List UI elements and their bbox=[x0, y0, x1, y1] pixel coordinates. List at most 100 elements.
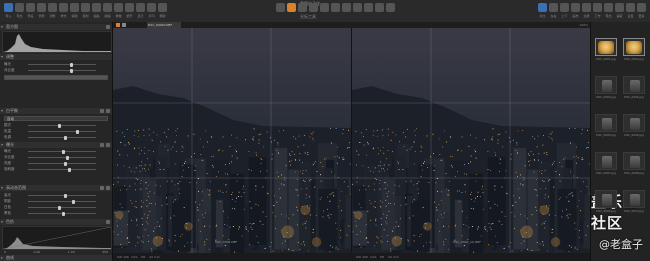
slider-knob[interactable] bbox=[66, 155, 69, 160]
thumbnail[interactable] bbox=[595, 190, 617, 208]
histogram-section-header[interactable]: ▾ 直方图 bbox=[0, 24, 112, 30]
toolbar-button[interactable] bbox=[15, 3, 24, 12]
section-title-4: 色阶 bbox=[6, 219, 14, 224]
select-tool-icon[interactable] bbox=[287, 3, 296, 12]
toolbar-button[interactable] bbox=[103, 3, 112, 12]
slider-knob[interactable] bbox=[76, 129, 79, 134]
slider-row[interactable]: 对比度 bbox=[4, 155, 108, 160]
toolbar-button[interactable] bbox=[626, 3, 635, 12]
toolbar-button[interactable] bbox=[26, 3, 35, 12]
toolbar-button[interactable] bbox=[560, 3, 569, 12]
slider-knob[interactable] bbox=[64, 193, 67, 198]
slider-knob[interactable] bbox=[62, 211, 65, 216]
thumbnail[interactable] bbox=[595, 114, 617, 132]
slider-knob[interactable] bbox=[70, 68, 73, 73]
slider-row[interactable]: 阴影 bbox=[4, 199, 108, 204]
toolbar-button[interactable] bbox=[538, 3, 547, 12]
slider-knob[interactable] bbox=[64, 161, 67, 166]
slider-knob[interactable] bbox=[58, 205, 61, 210]
thumbnail[interactable] bbox=[623, 38, 645, 56]
grid-icon[interactable] bbox=[122, 23, 126, 27]
toolbar-button[interactable] bbox=[158, 3, 167, 12]
toolbar-button[interactable] bbox=[615, 3, 624, 12]
keystone-tool-icon[interactable] bbox=[386, 3, 395, 12]
thumbnail[interactable] bbox=[623, 190, 645, 208]
thumbnail[interactable] bbox=[623, 114, 645, 132]
thumbnail[interactable] bbox=[623, 76, 645, 94]
brush-tool-icon[interactable] bbox=[331, 3, 340, 12]
menu-icon[interactable] bbox=[106, 186, 110, 190]
picker-tool-icon[interactable] bbox=[364, 3, 373, 12]
toolbar-button[interactable] bbox=[125, 3, 134, 12]
toolbar-button[interactable] bbox=[48, 3, 57, 12]
toolbar-button[interactable] bbox=[114, 3, 123, 12]
toolbar-button[interactable] bbox=[571, 3, 580, 12]
toolbar-button[interactable] bbox=[604, 3, 613, 12]
menu-icon[interactable] bbox=[106, 25, 110, 29]
white-balance-select[interactable]: 自动 bbox=[4, 116, 108, 121]
section-header-1[interactable]: ▾ 白平衡 bbox=[0, 108, 112, 114]
toolbar-button-label: 提取 bbox=[616, 14, 623, 18]
reset-icon[interactable] bbox=[100, 186, 104, 190]
slider-row[interactable]: 饱和度 bbox=[4, 167, 108, 172]
toolbar-button[interactable] bbox=[582, 3, 591, 12]
slider-row[interactable]: 色调 bbox=[4, 135, 108, 140]
reset-icon[interactable] bbox=[106, 220, 110, 224]
slider-knob[interactable] bbox=[72, 199, 75, 204]
section-header-2[interactable]: ▾ 曝光 bbox=[0, 142, 112, 148]
histogram-graph bbox=[3, 34, 111, 52]
view-mode-icon[interactable] bbox=[116, 23, 120, 27]
toolbar-button[interactable] bbox=[593, 3, 602, 12]
thumbnail[interactable] bbox=[623, 152, 645, 170]
section-header-3[interactable]: ▾ 高动态范围 bbox=[0, 185, 112, 191]
toolbar-button[interactable] bbox=[136, 3, 145, 12]
toolbar-button[interactable] bbox=[147, 3, 156, 12]
chevron-right-icon: ▸ bbox=[1, 255, 4, 260]
thumbnail[interactable] bbox=[595, 76, 617, 94]
menu-icon[interactable] bbox=[106, 143, 110, 147]
toolbar-button[interactable] bbox=[637, 3, 646, 12]
toolbar-button[interactable] bbox=[92, 3, 101, 12]
thumbnail[interactable] bbox=[595, 152, 617, 170]
toolbar-button[interactable] bbox=[4, 3, 13, 12]
slider-knob[interactable] bbox=[68, 167, 71, 172]
toolbar-button[interactable] bbox=[59, 3, 68, 12]
slider-knob[interactable] bbox=[58, 123, 61, 128]
thumbnail-label: DSC_0003.jpg bbox=[596, 95, 616, 99]
slider-row[interactable]: 模式 bbox=[4, 123, 108, 128]
section-header-4[interactable]: ▾ 色阶 bbox=[0, 219, 112, 225]
straighten-tool-icon[interactable] bbox=[309, 3, 318, 12]
eraser-tool-icon[interactable] bbox=[342, 3, 351, 12]
thumbnail-label: DSC_0002.jpg bbox=[624, 57, 644, 61]
reset-icon[interactable] bbox=[100, 109, 104, 113]
toolbar-button[interactable] bbox=[549, 3, 558, 12]
hand-tool-icon[interactable] bbox=[276, 3, 285, 12]
slider-row[interactable]: 高光 bbox=[4, 193, 108, 198]
toolbar-button[interactable] bbox=[81, 3, 90, 12]
menu-icon[interactable] bbox=[106, 109, 110, 113]
text-tool-icon[interactable] bbox=[375, 3, 384, 12]
preset-bar[interactable] bbox=[4, 75, 108, 80]
slider-row[interactable]: 黑色 bbox=[4, 211, 108, 216]
slider-row[interactable]: 亮度 bbox=[4, 161, 108, 166]
reset-icon[interactable] bbox=[100, 143, 104, 147]
gradient-tool-icon[interactable] bbox=[353, 3, 362, 12]
thumbnail[interactable] bbox=[595, 38, 617, 56]
photo-left[interactable] bbox=[113, 28, 351, 254]
slider-row[interactable]: 曝光 bbox=[4, 62, 108, 67]
crop-tool-icon[interactable] bbox=[298, 3, 307, 12]
photo-right[interactable] bbox=[352, 28, 590, 254]
slider-knob[interactable] bbox=[62, 149, 65, 154]
slider-knob[interactable] bbox=[64, 135, 67, 140]
section-header-0[interactable]: ▾ 调整 bbox=[0, 54, 112, 60]
slider-row[interactable]: 对比度 bbox=[4, 68, 108, 73]
section-header-5[interactable]: ▸ 曲线 bbox=[0, 255, 112, 261]
slider-row[interactable]: 曝光 bbox=[4, 149, 108, 154]
toolbar-button[interactable] bbox=[37, 3, 46, 12]
slider-row[interactable]: 白色 bbox=[4, 205, 108, 210]
toolbar-button[interactable] bbox=[70, 3, 79, 12]
slider-knob[interactable] bbox=[70, 62, 73, 67]
camera-photo-thumbnail bbox=[602, 156, 612, 168]
slider-row[interactable]: 色温 bbox=[4, 129, 108, 134]
spot-tool-icon[interactable] bbox=[320, 3, 329, 12]
